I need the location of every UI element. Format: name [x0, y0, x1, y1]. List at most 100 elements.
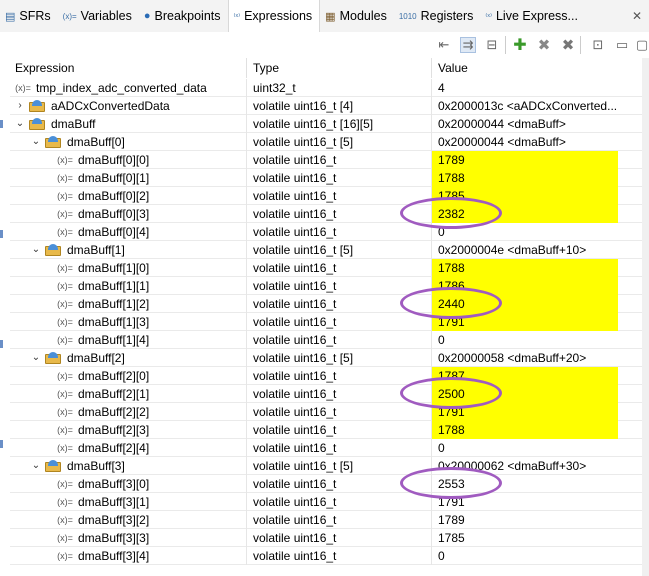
- changed-value-cell[interactable]: 1789: [432, 151, 642, 169]
- table-row[interactable]: ⌄ dmaBuff[1] volatile uint16_t [5] 0x200000…: [10, 241, 642, 259]
- array-folder-icon: [45, 460, 62, 472]
- expression-cell: (x)= dmaBuff[0][0]: [10, 151, 247, 169]
- table-row[interactable]: ⌄ dmaBuff[0] volatile uint16_t [5] 0x200000…: [10, 133, 642, 151]
- value-cell[interactable]: 0x20000058 <dmaBuff+20>: [432, 349, 642, 367]
- tab-label: Live Express...: [495, 9, 578, 23]
- collapse-arrow-icon[interactable]: ⌄: [30, 241, 42, 259]
- expression-cell: (x)= dmaBuff[0][3]: [10, 205, 247, 223]
- table-row[interactable]: ⌄ dmaBuff[3] volatile uint16_t [5] 0x200000…: [10, 457, 642, 475]
- changed-value-cell[interactable]: 1788: [432, 169, 642, 187]
- table-row[interactable]: (x)= dmaBuff[0][4] volatile uint16_t 0: [10, 223, 642, 241]
- changed-value-cell[interactable]: 1788: [432, 259, 642, 277]
- tab-variables[interactable]: (x)= Variables: [58, 0, 139, 32]
- expression-cell: (x)= dmaBuff[0][4]: [10, 223, 247, 241]
- tab-registers[interactable]: 1010 Registers: [394, 0, 481, 32]
- tab-modules[interactable]: ▦ Modules: [320, 0, 394, 32]
- collapse-arrow-icon[interactable]: ⌄: [30, 133, 42, 151]
- table-row[interactable]: (x)= dmaBuff[3][1] volatile uint16_t 1791: [10, 493, 642, 511]
- table-row[interactable]: (x)= tmp_index_adc_converted_data uint32_t…: [10, 79, 642, 97]
- table-row[interactable]: ⌄ dmaBuff[2] volatile uint16_t [5] 0x200000…: [10, 349, 642, 367]
- table-row[interactable]: (x)= dmaBuff[1][1] volatile uint16_t 1786: [10, 277, 642, 295]
- view-menu-icon[interactable]: ⊡: [590, 37, 606, 53]
- close-icon[interactable]: ✕: [629, 8, 645, 24]
- variable-icon: (x)=: [57, 299, 73, 309]
- expression-cell: (x)= dmaBuff[3][1]: [10, 493, 247, 511]
- value-cell[interactable]: 4: [432, 79, 642, 97]
- value-cell[interactable]: 1785: [432, 529, 642, 547]
- remove-expression-icon[interactable]: ✖: [536, 37, 552, 54]
- table-row[interactable]: (x)= dmaBuff[2][2] volatile uint16_t 1791: [10, 403, 642, 421]
- collapse-arrow-icon[interactable]: ⌄: [14, 115, 26, 133]
- tab-sfrs[interactable]: ▤ SFRs: [0, 0, 58, 32]
- table-row[interactable]: (x)= dmaBuff[1][0] volatile uint16_t 1788: [10, 259, 642, 277]
- value-cell[interactable]: 0x2000013c <aADCxConverted...: [432, 97, 642, 115]
- expression-name: dmaBuff[0][2]: [78, 189, 150, 203]
- table-row[interactable]: (x)= dmaBuff[2][1] volatile uint16_t 2500: [10, 385, 642, 403]
- value-cell[interactable]: 0x20000044 <dmaBuff>: [432, 115, 642, 133]
- tab-live-express[interactable]: ⁽ˣ⁾ Live Express...: [480, 0, 585, 32]
- table-row[interactable]: (x)= dmaBuff[3][4] volatile uint16_t 0: [10, 547, 642, 565]
- type-cell: volatile uint16_t: [247, 439, 432, 457]
- show-type-names-icon[interactable]: ⇤: [436, 37, 452, 53]
- type-cell: uint32_t: [247, 79, 432, 97]
- type-cell: volatile uint16_t: [247, 151, 432, 169]
- add-expression-icon[interactable]: ✚: [512, 37, 528, 54]
- tab-label: Variables: [80, 9, 132, 23]
- tab-label: Modules: [339, 9, 387, 23]
- table-row[interactable]: (x)= dmaBuff[2][4] volatile uint16_t 0: [10, 439, 642, 457]
- variable-icon: (x)=: [57, 515, 73, 525]
- table-row[interactable]: (x)= dmaBuff[3][3] volatile uint16_t 1785: [10, 529, 642, 547]
- expression-name: dmaBuff[2][4]: [78, 441, 150, 455]
- table-row[interactable]: (x)= dmaBuff[1][3] volatile uint16_t 1791: [10, 313, 642, 331]
- value-cell[interactable]: 0x2000004e <dmaBuff+10>: [432, 241, 642, 259]
- tab-expressions[interactable]: ⁽ˣ⁾ Expressions: [227, 0, 321, 32]
- column-header-type[interactable]: Type: [247, 58, 432, 78]
- expression-cell: (x)= dmaBuff[1][4]: [10, 331, 247, 349]
- value-cell[interactable]: 1789: [432, 511, 642, 529]
- table-row[interactable]: › aADCxConvertedData volatile uint16_t [4]…: [10, 97, 642, 115]
- column-header-value[interactable]: Value: [432, 58, 642, 78]
- table-header: Expression Type Value: [10, 58, 642, 78]
- type-cell: volatile uint16_t: [247, 223, 432, 241]
- expression-cell: (x)= dmaBuff[2][3]: [10, 421, 247, 439]
- table-row[interactable]: (x)= dmaBuff[1][4] volatile uint16_t 0: [10, 331, 642, 349]
- minimize-icon[interactable]: ▭: [614, 37, 630, 53]
- collapse-arrow-icon[interactable]: ⌄: [30, 457, 42, 475]
- table-row[interactable]: (x)= dmaBuff[0][3] volatile uint16_t 2382: [10, 205, 642, 223]
- table-row[interactable]: (x)= dmaBuff[3][2] volatile uint16_t 1789: [10, 511, 642, 529]
- value-cell[interactable]: 0x20000044 <dmaBuff>: [432, 133, 642, 151]
- collapse-all-icon[interactable]: ⊟: [484, 37, 500, 53]
- value-cell[interactable]: 0: [432, 439, 642, 457]
- value-cell[interactable]: 0: [432, 547, 642, 565]
- table-row[interactable]: (x)= dmaBuff[2][3] volatile uint16_t 1788: [10, 421, 642, 439]
- expression-cell: (x)= dmaBuff[3][4]: [10, 547, 247, 565]
- type-cell: volatile uint16_t: [247, 421, 432, 439]
- table-row[interactable]: (x)= dmaBuff[3][0] volatile uint16_t 2553: [10, 475, 642, 493]
- variable-icon: (x)=: [57, 191, 73, 201]
- table-row[interactable]: (x)= dmaBuff[0][1] volatile uint16_t 1788: [10, 169, 642, 187]
- collapse-arrow-icon[interactable]: ⌄: [30, 349, 42, 367]
- table-row[interactable]: (x)= dmaBuff[0][2] volatile uint16_t 1785: [10, 187, 642, 205]
- tab-label: Expressions: [244, 9, 313, 23]
- expression-cell: (x)= dmaBuff[2][4]: [10, 439, 247, 457]
- table-row[interactable]: ⌄ dmaBuff volatile uint16_t [16][5] 0x20000…: [10, 115, 642, 133]
- expression-name: dmaBuff[2][0]: [78, 369, 150, 383]
- type-cell: volatile uint16_t [5]: [247, 241, 432, 259]
- remove-all-expressions-icon[interactable]: ✖: [560, 37, 576, 54]
- table-row[interactable]: (x)= dmaBuff[0][0] volatile uint16_t 1789: [10, 151, 642, 169]
- changed-value-cell[interactable]: 1788: [432, 421, 642, 439]
- expression-name: dmaBuff[1]: [67, 243, 125, 257]
- modules-icon: ▦: [325, 10, 336, 23]
- expand-arrow-icon[interactable]: ›: [14, 97, 26, 115]
- vertical-scrollbar[interactable]: [642, 58, 649, 576]
- show-logical-structure-icon[interactable]: ⇉: [460, 37, 476, 53]
- value-cell[interactable]: 0: [432, 331, 642, 349]
- tab-breakpoints[interactable]: ● Breakpoints: [139, 0, 228, 32]
- column-header-expression[interactable]: Expression: [10, 58, 247, 78]
- left-edge-markers: [0, 120, 3, 560]
- array-folder-icon: [45, 136, 62, 148]
- expression-name: dmaBuff[0][4]: [78, 225, 150, 239]
- table-row[interactable]: (x)= dmaBuff[2][0] volatile uint16_t 1787: [10, 367, 642, 385]
- maximize-icon[interactable]: ▢: [634, 37, 649, 53]
- table-row[interactable]: (x)= dmaBuff[1][2] volatile uint16_t 2440: [10, 295, 642, 313]
